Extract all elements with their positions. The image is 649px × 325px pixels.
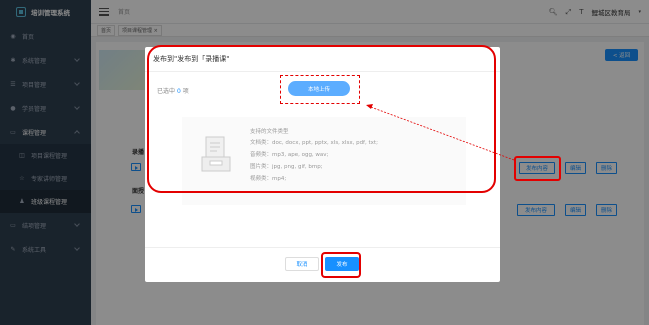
annotation-highlight-publish	[321, 252, 361, 278]
annotation-highlight-publish-content	[514, 156, 561, 181]
annotation-highlight-region	[147, 45, 496, 193]
annotation-highlight-upload	[280, 75, 360, 104]
divider	[145, 247, 500, 248]
cancel-button[interactable]: 取消	[285, 257, 319, 271]
